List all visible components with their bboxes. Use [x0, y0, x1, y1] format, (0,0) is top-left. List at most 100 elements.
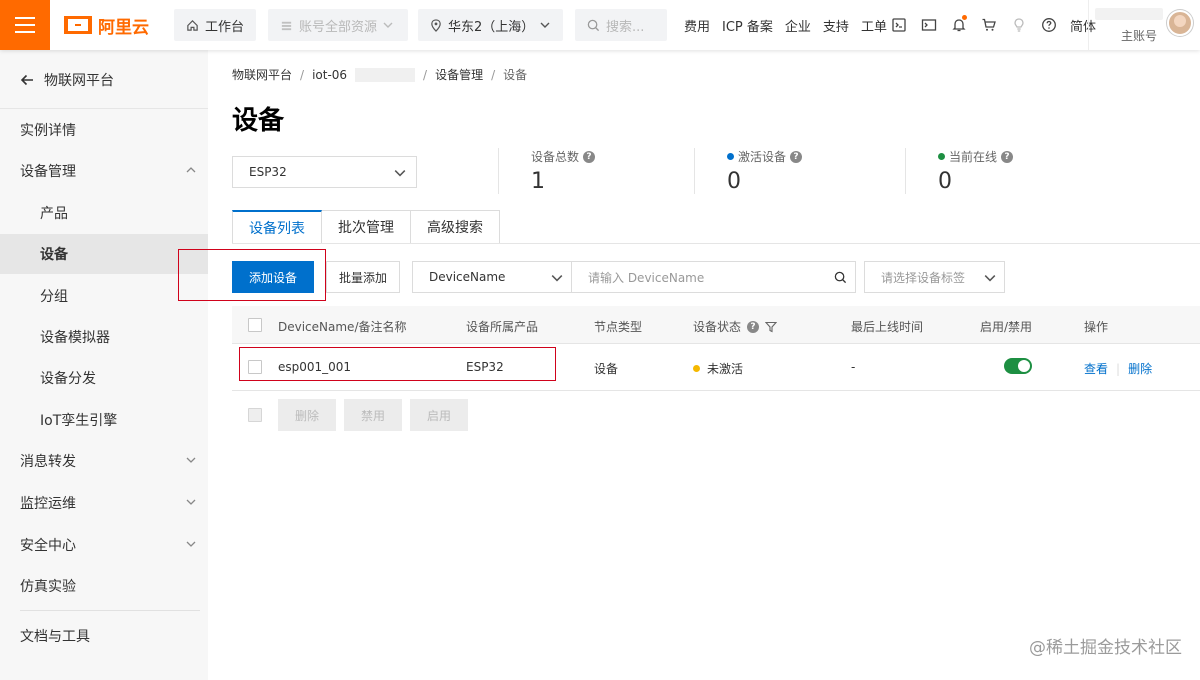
sidebar-item-label: 监控运维 [20, 496, 76, 512]
stat-value: 1 [531, 169, 545, 194]
sidebar-item-label: 产品 [40, 206, 68, 222]
home-icon [187, 19, 198, 31]
bulk-enable-button[interactable]: 启用 [410, 399, 468, 431]
divider [0, 108, 208, 109]
link-enterprise[interactable]: 企业 [785, 16, 811, 35]
sidebar-item-monitoring[interactable]: 监控运维 [0, 483, 208, 523]
bulk-select-checkbox[interactable] [248, 408, 262, 422]
sidebar-item-device-simulator[interactable]: 设备模拟器 [0, 317, 208, 357]
bulk-delete-button[interactable]: 删除 [278, 399, 336, 431]
aliyun-logo[interactable]: 阿里云 [64, 13, 149, 38]
sidebar-item-label: 设备分发 [40, 371, 96, 387]
sidebar-item-instance-details[interactable]: 实例详情 [0, 110, 208, 150]
row-actions: 查看 | 删除 [1084, 360, 1152, 377]
help-icon[interactable] [1040, 16, 1058, 34]
region-dropdown[interactable]: 华东2（上海） [418, 9, 563, 41]
user-menu[interactable]: 主账号 [1088, 0, 1200, 50]
device-status: 未激活 [693, 360, 743, 377]
tab-advanced-search[interactable]: 高级搜索 [411, 210, 500, 244]
link-support[interactable]: 支持 [823, 16, 849, 35]
chevron-down-icon [186, 457, 196, 463]
device-search-input[interactable]: 请输入 DeviceName [571, 261, 856, 293]
help-icon[interactable]: ? [790, 150, 803, 163]
sidebar-item-devices[interactable]: 设备 [0, 234, 208, 274]
tab-batch-management[interactable]: 批次管理 [322, 210, 411, 244]
sidebar-item-label: 文档与工具 [20, 629, 90, 645]
device-tag-select[interactable]: 请选择设备标签 [864, 261, 1005, 293]
sidebar-item-label: 实例详情 [20, 123, 76, 139]
stat-value: 0 [938, 169, 952, 194]
product-select[interactable]: ESP32 [232, 156, 417, 188]
enable-toggle[interactable] [1004, 358, 1032, 374]
col-status: 设备状态 ? [693, 318, 778, 335]
delete-link[interactable]: 删除 [1128, 360, 1152, 377]
sidebar-item-iot-twin-engine[interactable]: IoT孪生引擎 [0, 400, 208, 440]
sidebar-item-docs-tools[interactable]: 文档与工具 [0, 616, 208, 656]
search-icon[interactable] [834, 271, 847, 284]
filter-icon[interactable] [765, 321, 778, 333]
breadcrumb-iot-platform[interactable]: 物联网平台 [232, 66, 292, 83]
sidebar-item-label: 安全中心 [20, 538, 76, 554]
lightbulb-icon[interactable] [1010, 16, 1028, 34]
tab-device-list[interactable]: 设备列表 [232, 210, 322, 244]
notification-bell-icon[interactable] [950, 15, 968, 34]
stat-value: 0 [727, 169, 741, 194]
region-label: 华东2（上海） [448, 19, 535, 35]
device-node-type: 设备 [594, 362, 619, 376]
help-icon[interactable]: ? [1001, 150, 1014, 163]
top-links: 费用 ICP 备案 企业 支持 工单 [684, 0, 887, 50]
breadcrumb: 物联网平台 / iot-06 / 设备管理 / 设备 [232, 66, 527, 83]
layers-icon [281, 21, 292, 30]
stat-label: 激活设备 [738, 150, 787, 164]
help-icon[interactable]: ? [747, 320, 760, 333]
chevron-down-icon [186, 499, 196, 505]
chevron-down-icon [551, 275, 563, 282]
logo-text: 阿里云 [98, 17, 149, 38]
search-field-select[interactable]: DeviceName [412, 261, 572, 293]
cloud-shell-icon[interactable] [890, 16, 908, 34]
breadcrumb-separator: / [423, 67, 428, 82]
logo-icon [64, 16, 92, 34]
top-bar: 阿里云 工作台 账号全部资源 华东2（上海） 搜索... 费用 ICP 备案 企… [0, 0, 1200, 50]
sidebar-item-label: 设备管理 [20, 164, 76, 180]
chevron-down-icon [383, 22, 393, 28]
link-icp[interactable]: ICP 备案 [722, 16, 773, 35]
sidebar-item-message-forwarding[interactable]: 消息转发 [0, 441, 208, 481]
global-search[interactable]: 搜索... [575, 9, 667, 41]
stat-label: 当前在线 [949, 150, 998, 164]
chevron-down-icon [394, 170, 406, 177]
cart-icon[interactable] [980, 16, 998, 34]
breadcrumb-instance[interactable]: iot-06 [312, 68, 347, 82]
batch-add-button[interactable]: 批量添加 [326, 261, 400, 293]
chevron-down-icon [540, 22, 550, 28]
sidebar-item-security-center[interactable]: 安全中心 [0, 525, 208, 565]
view-link[interactable]: 查看 [1084, 360, 1108, 377]
col-actions: 操作 [1084, 320, 1109, 334]
col-last-online: 最后上线时间 [851, 320, 924, 334]
sidebar-item-device-distribution[interactable]: 设备分发 [0, 358, 208, 398]
resources-label: 账号全部资源 [299, 19, 378, 35]
menu-icon[interactable] [0, 0, 50, 50]
link-ticket[interactable]: 工单 [861, 16, 887, 35]
workbench-button[interactable]: 工作台 [174, 9, 256, 41]
terminal-icon[interactable] [920, 16, 938, 34]
resources-dropdown[interactable]: 账号全部资源 [268, 9, 408, 41]
avatar[interactable] [1167, 10, 1193, 36]
sidebar-item-products[interactable]: 产品 [0, 193, 208, 233]
back-to-iot-platform[interactable]: 物联网平台 [20, 70, 114, 90]
location-icon [431, 18, 441, 32]
help-icon[interactable]: ? [583, 150, 596, 163]
search-input-placeholder: 请输入 DeviceName [588, 270, 705, 285]
col-device-name: DeviceName/备注名称 [278, 320, 407, 334]
select-all-checkbox[interactable] [248, 318, 262, 332]
stat-online-devices: 当前在线? 0 [905, 148, 1014, 194]
divider [20, 610, 200, 611]
link-billing[interactable]: 费用 [684, 16, 710, 35]
sidebar-item-simulation-lab[interactable]: 仿真实验 [0, 566, 208, 606]
breadcrumb-device-management[interactable]: 设备管理 [435, 66, 483, 83]
sidebar-item-device-management[interactable]: 设备管理 [0, 151, 208, 191]
chevron-up-icon [186, 167, 196, 173]
sidebar-item-groups[interactable]: 分组 [0, 276, 208, 316]
status-dot [938, 153, 945, 160]
bulk-disable-button[interactable]: 禁用 [344, 399, 402, 431]
